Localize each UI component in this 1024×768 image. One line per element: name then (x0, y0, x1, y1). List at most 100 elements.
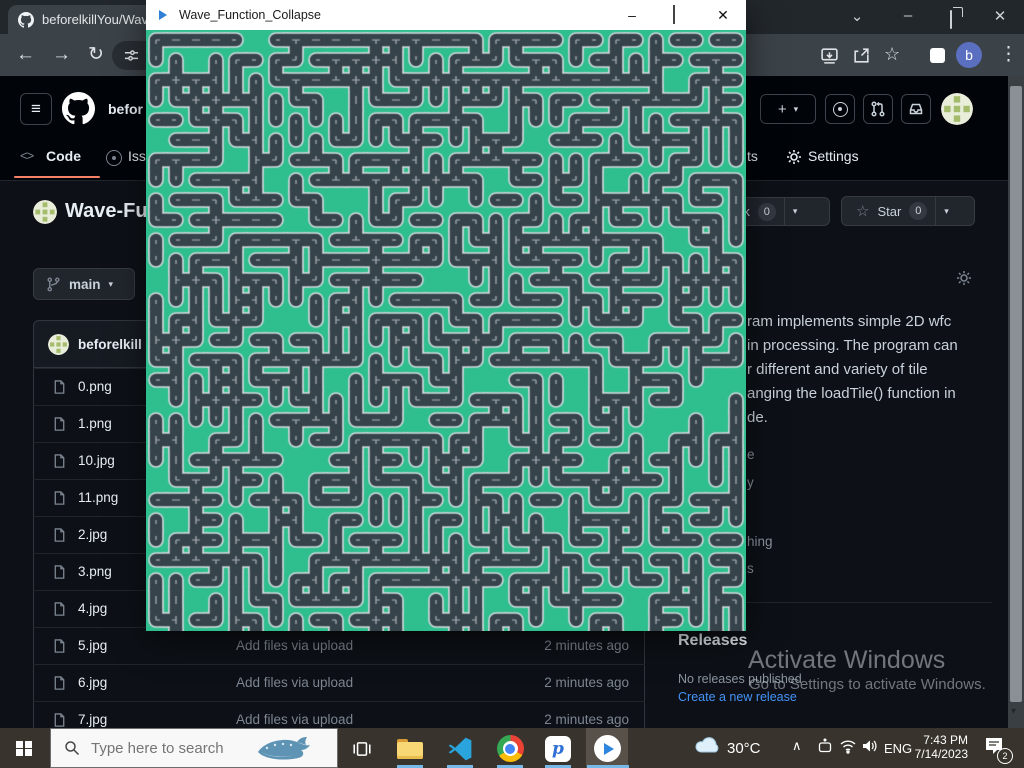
file-name-link[interactable]: 3.png (78, 564, 112, 579)
file-name-link[interactable]: 4.jpg (78, 601, 107, 616)
about-watching-fragment[interactable]: hing (747, 534, 773, 549)
tab-search-chevron-icon[interactable]: ⌄ (842, 5, 872, 29)
star-label: Star (877, 204, 901, 219)
github-logo-icon[interactable] (62, 92, 95, 125)
search-input[interactable] (89, 739, 253, 758)
file-icon (52, 490, 67, 506)
about-readme-fragment[interactable]: e (747, 447, 755, 462)
scrollbar-down-arrow-icon[interactable]: ▾ (1011, 706, 1016, 717)
browser-close-button[interactable]: ✕ (985, 5, 1015, 29)
plus-icon: + (778, 101, 787, 118)
branch-selector[interactable]: main ▾ (33, 268, 135, 300)
create-new-button[interactable]: + ▾ (760, 94, 816, 124)
side-panel-icon[interactable] (930, 48, 945, 63)
tray-device-icon[interactable] (816, 737, 834, 755)
commit-message-link[interactable]: Add files via upload (236, 712, 353, 727)
running-sketch-button[interactable] (587, 730, 627, 767)
app-title-bar[interactable]: Wave_Function_Collapse – ✕ (146, 0, 746, 30)
issues-icon-button[interactable] (825, 94, 855, 124)
star-button[interactable]: ☆ Star 0 ▾ (841, 196, 975, 226)
commit-message-link[interactable]: Add files via upload (236, 675, 353, 690)
temperature-text[interactable]: 30°C (727, 740, 761, 757)
file-name-link[interactable]: 5.jpg (78, 638, 107, 653)
notification-badge: 2 (997, 748, 1013, 764)
breadcrumb-account[interactable]: befor (108, 101, 143, 117)
fork-count: 0 (758, 203, 776, 221)
file-name-link[interactable]: 7.jpg (78, 712, 107, 727)
tray-clock[interactable]: 7:43 PM 7/14/2023 (908, 733, 968, 761)
task-view-button[interactable] (342, 730, 382, 767)
user-avatar[interactable] (941, 93, 973, 125)
app-close-button[interactable]: ✕ (707, 0, 739, 30)
file-icon (52, 638, 67, 654)
caret-down-icon[interactable]: ▾ (944, 206, 949, 217)
active-tab-underline (14, 176, 100, 178)
file-row: 6.jpg Add files via upload 2 minutes ago (33, 664, 645, 701)
activate-windows-subtext: Go to Settings to activate Windows. (749, 676, 986, 693)
inbox-icon (908, 101, 924, 117)
forward-button[interactable]: → (52, 45, 71, 64)
volume-icon[interactable] (861, 738, 879, 754)
commit-time: 2 minutes ago (544, 638, 629, 653)
bookmark-star-icon[interactable]: ☆ (884, 45, 900, 63)
file-name-link[interactable]: 10.jpg (78, 453, 115, 468)
start-button[interactable] (4, 730, 44, 767)
tab-code[interactable]: Code (46, 148, 81, 164)
wifi-icon[interactable] (839, 738, 857, 754)
share-icon[interactable] (852, 46, 871, 65)
file-name-link[interactable]: 0.png (78, 379, 112, 394)
activate-windows-watermark: Activate Windows (748, 646, 945, 675)
commit-author[interactable]: beforelkill (78, 337, 142, 352)
reload-button[interactable]: ↻ (88, 45, 104, 64)
app-window[interactable]: Wave_Function_Collapse – ✕ (146, 0, 746, 631)
file-icon (52, 379, 67, 395)
file-name-link[interactable]: 2.jpg (78, 527, 107, 542)
tray-chevron-up-icon[interactable]: ∧ (792, 738, 802, 754)
app-minimize-button[interactable]: – (616, 0, 648, 30)
scrollbar-thumb[interactable] (1010, 86, 1022, 702)
about-forks-fragment[interactable]: s (747, 561, 754, 576)
branch-icon (46, 277, 61, 292)
folder-icon (397, 739, 423, 759)
chrome-button[interactable]: b (490, 730, 530, 767)
tab-title: beforelkillYou/Wav (42, 12, 148, 27)
commit-message-link[interactable]: Add files via upload (236, 638, 353, 653)
hamburger-menu-button[interactable]: ≡ (20, 93, 52, 125)
processing-icon: p (545, 736, 571, 762)
github-favicon-icon (18, 12, 34, 28)
site-settings-tune-icon[interactable] (124, 48, 139, 63)
about-gear-icon[interactable] (956, 270, 972, 286)
commit-author-avatar (48, 334, 69, 355)
kebab-menu-icon[interactable]: ⋮ (999, 45, 1018, 64)
caret-down-icon[interactable]: ▾ (793, 206, 798, 217)
whale-shark-image[interactable] (255, 732, 313, 764)
releases-heading: Releases (678, 632, 747, 650)
tab-insights-fragment[interactable]: ts (747, 148, 758, 164)
issue-opened-icon (106, 150, 122, 166)
file-name-link[interactable]: 6.jpg (78, 675, 107, 690)
app-window-title: Wave_Function_Collapse (179, 8, 746, 22)
browser-minimize-button[interactable]: – (893, 4, 923, 28)
cast-icon[interactable] (820, 46, 839, 65)
app-icon (159, 10, 167, 20)
back-button[interactable]: ← (16, 45, 35, 64)
file-name-link[interactable]: 1.png (78, 416, 112, 431)
inbox-icon-button[interactable] (901, 94, 931, 124)
taskbar-search-box[interactable] (50, 728, 338, 768)
screen: beforelkillYou/Wav ⌄ – ✕ ← → ↻ g ☆ b ⋮ ≡… (0, 0, 1024, 768)
tab-settings[interactable]: Settings (808, 148, 859, 164)
app-maximize-button[interactable] (673, 6, 675, 24)
browser-restore-button[interactable] (950, 11, 952, 29)
vscode-button[interactable] (440, 730, 480, 767)
pull-requests-icon-button[interactable] (863, 94, 893, 124)
browser-profile-avatar[interactable]: b (956, 42, 982, 68)
repo-title[interactable]: Wave-Fu (65, 200, 148, 223)
file-name-link[interactable]: 11.png (78, 490, 118, 505)
wfc-canvas (146, 30, 746, 631)
file-explorer-button[interactable] (390, 730, 430, 767)
tab-issues[interactable]: Iss (128, 148, 146, 164)
windows-logo-icon (16, 741, 32, 757)
processing-button[interactable]: p (538, 730, 578, 767)
weather-cloud-icon[interactable] (693, 735, 721, 755)
about-activity-fragment[interactable]: y (747, 475, 754, 490)
